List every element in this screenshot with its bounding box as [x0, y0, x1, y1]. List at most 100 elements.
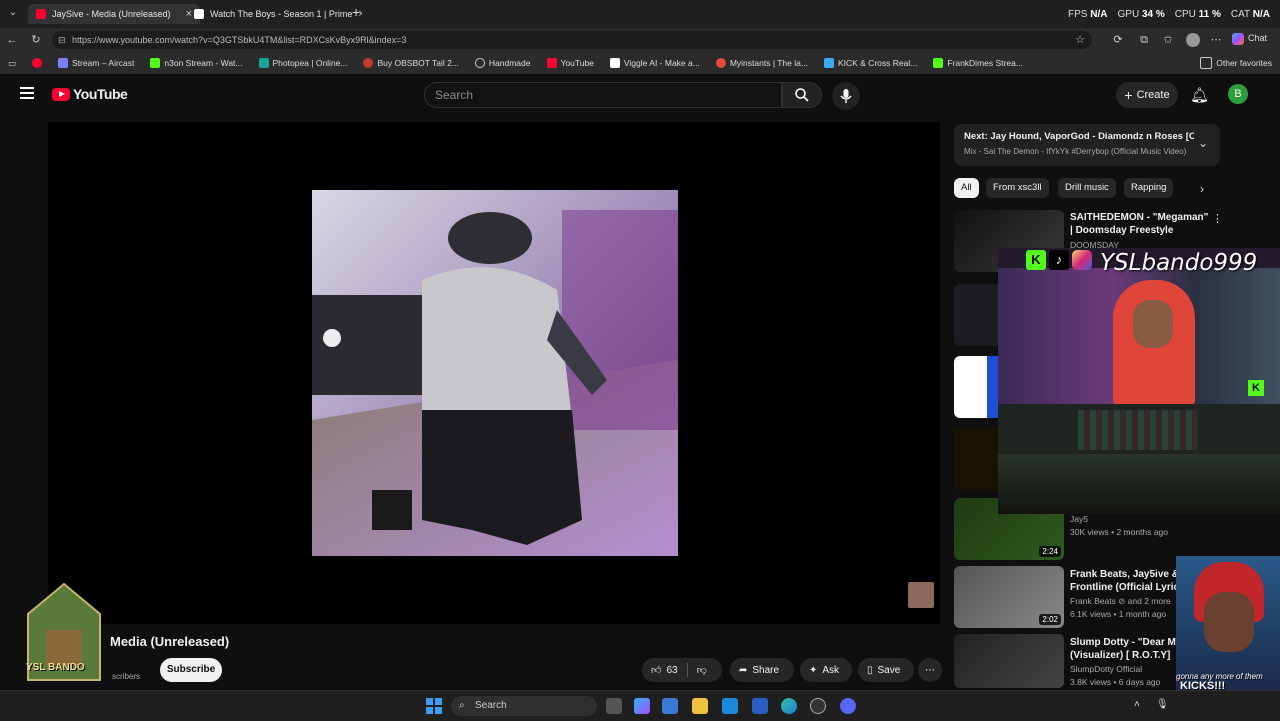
streamer-handle: YSLbando999: [1100, 250, 1258, 276]
edge-browser-icon[interactable]: [781, 698, 797, 714]
store-app-icon[interactable]: [662, 698, 678, 714]
recommendation-thumbnail[interactable]: [954, 634, 1064, 688]
recommendation-stats: 3.8K views • 6 days ago: [1070, 677, 1161, 687]
performance-overlay: FPS N/A GPU 34 % CPU 11 % CAT N/A: [1068, 9, 1270, 20]
tab-youtube[interactable]: JaySive - Media (Unreleased) ×: [28, 4, 200, 24]
tab-prime-video[interactable]: Watch The Boys - Season 1 | Prime ×: [186, 4, 362, 24]
star-favorite-icon[interactable]: ☆: [1072, 32, 1088, 48]
bookmark-item[interactable]: Myinstants | The la...: [708, 58, 816, 68]
chip-rapping[interactable]: Rapping: [1124, 178, 1174, 198]
bookmark-icon: ▯: [867, 664, 873, 676]
copilot-app-icon[interactable]: [634, 698, 650, 714]
stream-logo: YSL BANDO: [20, 580, 108, 690]
back-icon[interactable]: ←: [4, 32, 20, 48]
tab-actions-chevron-icon[interactable]: ⌄: [6, 6, 20, 20]
stream-logo-text: YSL BANDO: [26, 662, 85, 673]
url-text: https://www.youtube.com/watch?v=Q3GTSbkU…: [72, 35, 407, 45]
account-avatar[interactable]: B: [1228, 84, 1248, 104]
bookmark-item[interactable]: Stream – Aircast: [50, 58, 142, 68]
tab-title: JaySive - Media (Unreleased): [52, 9, 171, 19]
ask-button[interactable]: ✦ Ask: [800, 658, 852, 682]
next-subtitle: Mix - Sai The Demon - IfYkYk #Derrybop (…: [964, 147, 1187, 156]
other-favorites[interactable]: Other favorites: [1192, 57, 1280, 69]
save-button[interactable]: ▯ Save: [858, 658, 914, 682]
reaction-cam-overlay: [1176, 556, 1280, 690]
windows-start-icon[interactable]: [426, 698, 442, 714]
bookmark-item[interactable]: Viggle AI - Make a...: [602, 58, 708, 68]
youtube-header: YouTube Search + Create 🔔︎ B: [0, 74, 1280, 118]
youtube-logo[interactable]: YouTube: [52, 86, 128, 102]
search-icon: [795, 88, 809, 102]
more-actions-button[interactable]: ⋯: [918, 658, 942, 682]
tray-chevron-up-icon[interactable]: ˄: [1134, 699, 1140, 710]
cpu-stat: CPU 11 %: [1174, 9, 1221, 20]
new-tab-button[interactable]: +: [352, 4, 360, 20]
like-count: 63: [666, 664, 678, 676]
channel-watermark[interactable]: [908, 582, 934, 608]
obs-app-icon[interactable]: [810, 698, 826, 714]
search-button[interactable]: [782, 82, 822, 108]
youtube-favicon-icon: [36, 9, 46, 19]
taskbar-search[interactable]: ⌕ Search: [451, 696, 597, 716]
chip-from-channel[interactable]: From xsc3ll: [986, 178, 1049, 198]
bookmarks-apps-icon[interactable]: ▭: [0, 58, 24, 69]
bookmark-item[interactable]: KICK & Cross Real...: [816, 58, 925, 68]
menu-hamburger-icon[interactable]: [20, 87, 34, 99]
reload-icon[interactable]: ↻: [28, 32, 44, 48]
thumbs-down-icon[interactable]: 👎︎: [697, 664, 707, 676]
fps-stat: FPS N/A: [1068, 9, 1108, 20]
recommendation-thumbnail[interactable]: 2:02: [954, 566, 1064, 628]
kick-icon: K: [1026, 250, 1046, 270]
browser-toolbar: ← ↻ ⊟ https://www.youtube.com/watch?v=Q3…: [0, 28, 1280, 52]
favorites-icon[interactable]: ✩: [1160, 32, 1176, 48]
chip-drill-music[interactable]: Drill music: [1058, 178, 1116, 198]
search-icon: ⌕: [459, 700, 465, 711]
more-actions-icon[interactable]: ⋮: [1212, 212, 1223, 225]
address-bar[interactable]: ⊟ https://www.youtube.com/watch?v=Q3GTSb…: [52, 31, 1092, 49]
extensions-icon[interactable]: ⟳: [1110, 32, 1126, 48]
photos-app-icon[interactable]: [722, 698, 738, 714]
prime-favicon-icon: [194, 9, 204, 19]
chip-all[interactable]: All: [954, 178, 979, 198]
duration-badge: 2:02: [1039, 614, 1061, 625]
plus-icon: +: [1124, 87, 1133, 103]
copilot-icon: [1232, 33, 1244, 45]
file-explorer-icon[interactable]: [692, 698, 708, 714]
bookmark-youtube-icon[interactable]: [24, 58, 50, 68]
next-up-panel[interactable]: Next: Jay Hound, VaporGod - Diamondz n R…: [954, 124, 1220, 166]
profile-avatar[interactable]: [1186, 33, 1200, 47]
mail-app-icon[interactable]: [752, 698, 768, 714]
bookmark-item[interactable]: YouTube: [539, 58, 602, 68]
bookmark-item[interactable]: Handmade: [467, 58, 539, 68]
video-artwork-image: [312, 190, 678, 556]
like-button[interactable]: 👍︎ 63: [651, 664, 678, 677]
copilot-chat-button[interactable]: Chat: [1232, 33, 1267, 45]
create-button[interactable]: + Create: [1116, 82, 1178, 108]
voice-search-button[interactable]: [832, 82, 860, 110]
more-options-icon[interactable]: ⋯: [1208, 32, 1224, 48]
site-info-icon[interactable]: ⊟: [58, 31, 66, 49]
share-icon: ➦: [739, 664, 748, 676]
recommendation-channel: SlumpDotty Official: [1070, 664, 1143, 674]
tray-mic-icon[interactable]: 🎙︎: [1156, 699, 1169, 710]
share-button[interactable]: ➦ Share: [730, 658, 794, 682]
subscribe-button[interactable]: Subscribe: [160, 658, 222, 682]
notifications-bell-icon[interactable]: 🔔︎: [1190, 86, 1209, 104]
more-horizontal-icon: ⋯: [925, 664, 935, 676]
bookmark-item[interactable]: Photopea | Online...: [251, 58, 356, 68]
bookmark-item[interactable]: n3on Stream - Wat...: [142, 58, 250, 68]
chevron-down-icon[interactable]: ⌄: [1198, 136, 1208, 150]
chips-next-chevron-icon[interactable]: ›: [1200, 182, 1204, 196]
next-title: Next: Jay Hound, VaporGod - Diamondz n R…: [964, 131, 1194, 142]
recommendation-title[interactable]: SAITHEDEMON - "Megaman" | Doomsday Frees…: [1070, 211, 1210, 237]
bookmark-item[interactable]: FrankDimes Strea...: [925, 58, 1031, 68]
search-input[interactable]: Search: [424, 82, 782, 108]
instagram-icon: [1072, 250, 1092, 270]
task-view-icon[interactable]: [606, 698, 622, 714]
bookmark-item[interactable]: Buy OBSBOT Tail 2...: [355, 58, 466, 68]
kick-badge-icon: K: [1248, 380, 1264, 396]
discord-app-icon[interactable]: [840, 698, 856, 714]
split-screen-icon[interactable]: ⧉: [1136, 32, 1152, 48]
duration-badge: 2:24: [1039, 546, 1061, 557]
tiktok-icon: ♪: [1049, 250, 1069, 270]
